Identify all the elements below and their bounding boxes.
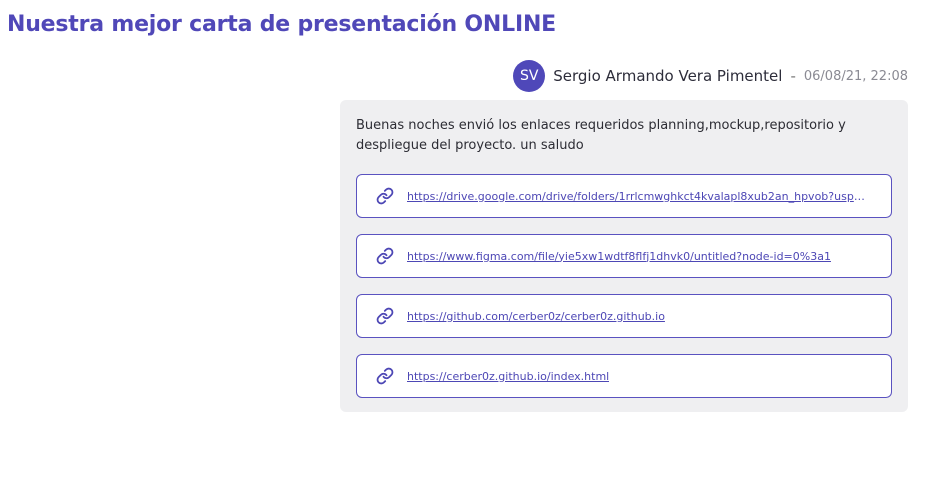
- author-separator: -: [790, 67, 796, 85]
- link-card[interactable]: https://cerber0z.github.io/index.html: [356, 354, 892, 398]
- link-icon: [375, 186, 395, 206]
- author-name[interactable]: Sergio Armando Vera Pimentel: [553, 67, 782, 85]
- link-url[interactable]: https://cerber0z.github.io/index.html: [407, 370, 609, 383]
- link-icon: [375, 246, 395, 266]
- link-url[interactable]: https://drive.google.com/drive/folders/1…: [407, 190, 867, 203]
- link-url[interactable]: https://www.figma.com/file/yie5xw1wdtf8f…: [407, 250, 831, 263]
- link-list: https://drive.google.com/drive/folders/1…: [356, 174, 892, 398]
- message-text: Buenas noches envió los enlaces requerid…: [356, 118, 846, 153]
- post-author-row: SV Sergio Armando Vera Pimentel - 06/08/…: [513, 60, 908, 92]
- page: Nuestra mejor carta de presentación ONLI…: [0, 0, 925, 488]
- link-card[interactable]: https://drive.google.com/drive/folders/1…: [356, 174, 892, 218]
- link-icon: [375, 366, 395, 386]
- avatar[interactable]: SV: [513, 60, 546, 92]
- post-timestamp: 06/08/21, 22:08: [803, 68, 908, 84]
- link-url[interactable]: https://github.com/cerber0z/cerber0z.git…: [407, 310, 665, 323]
- link-icon: [375, 306, 395, 326]
- message-bubble: Buenas noches envió los enlaces requerid…: [340, 100, 908, 412]
- link-card[interactable]: https://github.com/cerber0z/cerber0z.git…: [356, 294, 892, 338]
- link-card[interactable]: https://www.figma.com/file/yie5xw1wdtf8f…: [356, 234, 892, 278]
- avatar-initials: SV: [520, 68, 539, 84]
- page-title: Nuestra mejor carta de presentación ONLI…: [7, 12, 556, 37]
